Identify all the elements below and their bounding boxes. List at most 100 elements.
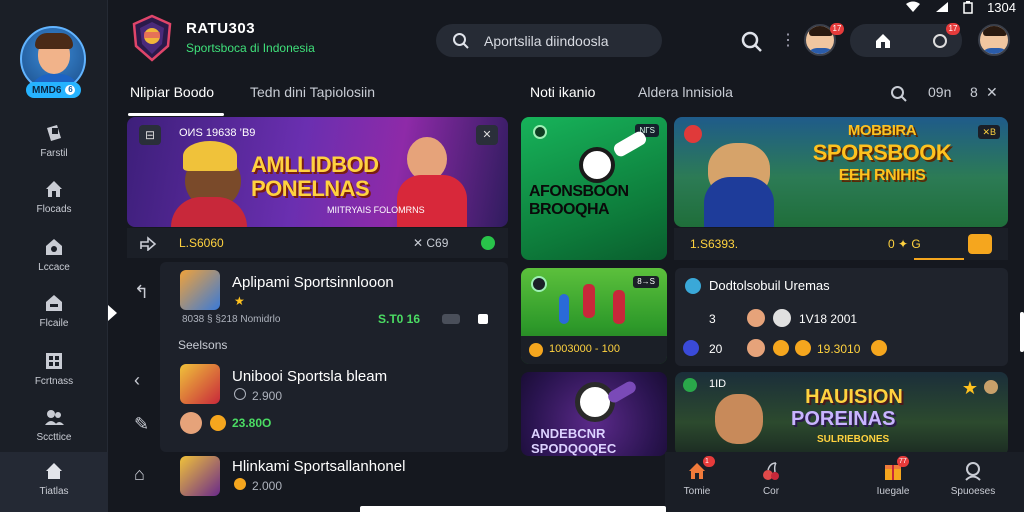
sidebar-item-fcrtnass[interactable]: Fcrtnass <box>0 350 108 400</box>
sidebar-item-lccace[interactable]: Lccace <box>0 236 108 286</box>
sportsbook-badge-icon <box>684 125 702 143</box>
list-item-name[interactable]: Hlinkami Sportsallanhonel <box>232 458 405 475</box>
profile-ring-icon[interactable] <box>933 34 947 48</box>
player-avatar <box>773 309 791 327</box>
list-item-name[interactable]: Unibooi Sportsla bleam <box>232 368 387 385</box>
sidebar-item-farstil[interactable]: Farstil <box>0 122 108 172</box>
home-indicator[interactable] <box>360 506 666 512</box>
live-status-icon <box>481 236 495 250</box>
cards-icon <box>47 125 61 141</box>
chevron-left-icon[interactable]: ‹ <box>134 370 140 391</box>
building-small-icon[interactable]: ⌂ <box>134 464 145 485</box>
coin-icon <box>984 380 998 394</box>
nav-item-spuoeses[interactable]: Spuoeses <box>943 460 1003 497</box>
sportsbook-list: Aplipami Sportsinnlooon ★ 8038 § §218 No… <box>160 262 508 452</box>
promo-card-dark[interactable]: ANDEBCNR SPODQOQEC <box>521 372 667 456</box>
fox-mascot-shirt <box>704 177 774 227</box>
list-item-meta: 8038 § §218 Nomidrlo <box>182 314 281 325</box>
home-icon <box>46 181 62 197</box>
sidebar-item-label: Tiatlas <box>39 486 69 497</box>
header-search-icon[interactable] <box>740 30 764 54</box>
fox-card-badge-icon <box>683 378 697 392</box>
list-item-value: 23.80O <box>232 416 272 430</box>
building-icon <box>46 353 62 369</box>
shop-icon <box>46 295 62 311</box>
coin-icon <box>795 340 811 356</box>
back-arrow-icon[interactable]: ↰ <box>134 282 149 303</box>
hero-title: AMLLIDBOD PONELNAS <box>251 152 379 201</box>
hero-subtitle: MIITRYAIS FOLOMRNS <box>327 205 425 215</box>
tab-other[interactable]: Aldera lnnisiola <box>638 84 733 100</box>
fox-card-title: HAUISION <box>805 386 903 408</box>
sportsbook-action-button[interactable] <box>968 234 992 254</box>
hero-banner[interactable]: ⊟ OИS 19638 ’B9 ✕ AMLLIDBOD PONELNAS MII… <box>127 117 508 227</box>
soccer-ball-icon <box>575 382 615 422</box>
sportsbook-footer: 1.S6393. 0 ✦ G <box>674 228 1008 260</box>
close-icon[interactable]: ✕ <box>476 125 498 145</box>
home-icon <box>46 463 62 479</box>
search-bar[interactable] <box>436 24 662 57</box>
nav-item-label: Tomie <box>683 486 711 497</box>
edit-icon[interactable]: ✎ <box>134 414 149 435</box>
sidebar-item-label: Fcrtnass <box>34 376 74 387</box>
nav-item-label: Iuegale <box>876 486 910 497</box>
match-card[interactable]: 8→S 1003000 - 100 <box>521 268 667 364</box>
player-left-hair <box>183 141 237 171</box>
match-amount: 1003000 - 100 <box>549 343 620 355</box>
nav-item-cor[interactable]: Cor <box>741 460 801 497</box>
avatar-hair <box>35 33 73 49</box>
sportsbook-title: MOBBIRA SPORSBOOK EEH RNIHIS <box>812 122 952 185</box>
tab-close-icon[interactable]: ✕ <box>986 84 998 101</box>
list-section-header: Seelsons <box>178 338 228 352</box>
tab-filter-label[interactable]: 09n <box>928 84 951 100</box>
stats-row-value: 19.3010 <box>817 342 861 356</box>
sportsbook-banner[interactable]: ✕B MOBBIRA SPORSBOOK EEH RNIHIS <box>674 117 1008 227</box>
brand-logo[interactable] <box>130 14 174 62</box>
sidebar-item-flcaile[interactable]: Flcaile <box>0 292 108 342</box>
tab-search-icon[interactable] <box>890 85 908 103</box>
more-menu-icon[interactable]: ⋮ <box>780 30 796 50</box>
nav-item-tomie[interactable]: Tomie <box>667 460 727 497</box>
tab-main[interactable]: Nlipiar Boodo <box>130 84 214 100</box>
tab-notifications[interactable]: Noti ikanio <box>530 84 595 100</box>
bottom-navigation: Tomie 1 Cor Iuegale 77 Spuoeses <box>665 452 1024 512</box>
share-icon[interactable] <box>139 235 157 251</box>
player-avatar <box>747 339 765 357</box>
stats-panel: Dodtolsobuil Uremas 3 1V18 2001 20 19.30… <box>675 268 1008 366</box>
sidebar-item-label: Farstil <box>40 148 68 159</box>
stats-row-icon <box>683 340 699 356</box>
coin-icon <box>210 415 226 431</box>
expand-icon[interactable]: ⊟ <box>139 125 161 145</box>
clock-icon <box>234 388 246 400</box>
brand-tagline: Sportsboca di Indonesia <box>186 41 315 55</box>
sidebar-item-sccttice[interactable]: Sccttice <box>0 406 108 456</box>
user-level-badge[interactable]: MMD6 6 <box>26 82 82 98</box>
stats-row-index: 3 <box>709 312 716 326</box>
tab-secondary[interactable]: Tedn dini Tapiolosiin <box>250 84 375 100</box>
checkbox[interactable] <box>478 314 488 324</box>
sidebar-item-tiatlas[interactable]: Tiatlas <box>0 452 108 512</box>
toggle-switch[interactable] <box>442 314 460 324</box>
promo-card-green[interactable]: NΓS AFONSBOON BROOQHA <box>521 117 667 260</box>
match-footer: 1003000 - 100 <box>521 336 667 364</box>
fox-mascot <box>715 394 763 444</box>
match-tag: 8→S <box>633 276 659 288</box>
sidebar-collapse-arrow-icon[interactable] <box>108 305 117 321</box>
promo-card-fox[interactable]: 1ID HAUISION POREINAS SULRIEBONES ★ <box>675 372 1008 456</box>
home-icon[interactable] <box>874 32 892 50</box>
player-figure <box>559 294 569 324</box>
search-icon <box>453 32 469 49</box>
sportsbook-count: 0 ✦ G <box>888 237 921 251</box>
green-card-title: AFONSBOON BROOQHA <box>529 183 629 218</box>
sidebar-item-flocads[interactable]: Flocads <box>0 178 108 228</box>
scrollbar[interactable] <box>1020 312 1024 352</box>
notification-badge: 17 <box>830 23 844 35</box>
nav-item-iuegale[interactable]: Iuegale <box>863 460 923 497</box>
stats-row-value: 1V18 2001 <box>799 312 858 326</box>
search-input[interactable] <box>484 32 644 49</box>
tab-sort-label[interactable]: 8 <box>970 84 978 100</box>
account-avatar[interactable] <box>978 24 1010 56</box>
list-item-name[interactable]: Aplipami Sportsinnlooon <box>232 274 394 291</box>
player-figure <box>583 284 595 318</box>
coin-icon <box>871 340 887 356</box>
